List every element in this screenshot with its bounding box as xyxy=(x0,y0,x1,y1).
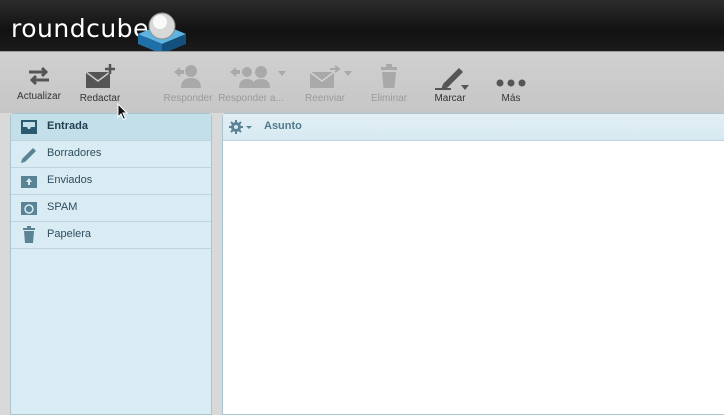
inbox-icon xyxy=(21,120,37,134)
reply-all-icon xyxy=(230,66,270,88)
sent-icon xyxy=(21,176,37,188)
refresh-icon xyxy=(29,66,49,86)
refresh-button[interactable]: Actualizar xyxy=(7,64,71,108)
compose-icon xyxy=(85,64,115,88)
forward-label: Reenviar xyxy=(304,93,346,104)
folder-item-inbox[interactable]: Entrada xyxy=(11,114,211,141)
folder-label: SPAM xyxy=(47,201,78,213)
folder-label: Enviados xyxy=(47,174,93,186)
trash-icon xyxy=(23,226,35,243)
folder-label: Entrada xyxy=(47,120,88,132)
folder-label: Borradores xyxy=(47,147,102,159)
pencil-icon xyxy=(21,148,36,163)
folder-item-drafts[interactable]: Borradores xyxy=(11,141,211,168)
folder-item-trash[interactable]: Papelera xyxy=(11,222,211,249)
mouse-cursor-icon xyxy=(117,103,129,121)
reply-all-button[interactable]: Responder a... xyxy=(216,64,286,108)
folder-item-spam[interactable]: SPAM xyxy=(11,195,211,222)
delete-button[interactable]: Eliminar xyxy=(357,64,421,108)
gear-icon xyxy=(229,120,252,134)
mark-dropdown-icon[interactable] xyxy=(461,85,469,90)
list-options-button[interactable] xyxy=(223,114,257,140)
reply-icon xyxy=(174,65,201,88)
mark-label: Marcar xyxy=(434,93,466,104)
folder-item-sent[interactable]: Enviados xyxy=(11,168,211,195)
refresh-label: Actualizar xyxy=(17,91,61,102)
folder-label: Papelera xyxy=(47,228,92,240)
message-list: Asunto xyxy=(222,113,724,415)
logo-text: roundcube xyxy=(11,14,149,43)
more-dots-icon xyxy=(496,79,526,87)
column-header-subject[interactable]: Asunto xyxy=(264,120,302,132)
folder-list: Entrada Borradores Enviados SPAM Papeler… xyxy=(10,113,212,415)
trash-icon xyxy=(381,64,397,88)
forward-icon xyxy=(309,65,341,88)
message-list-header: Asunto xyxy=(223,114,724,141)
mark-button[interactable]: Marcar xyxy=(418,64,482,108)
app-header: roundcube xyxy=(0,0,724,54)
more-button[interactable]: Más xyxy=(479,64,543,108)
roundcube-logo-icon xyxy=(138,12,186,54)
toolbar: Actualizar Redactar Responder Responder … xyxy=(0,51,724,113)
delete-label: Eliminar xyxy=(370,93,408,104)
reply-all-dropdown-icon[interactable] xyxy=(278,71,286,76)
reply-label: Responder xyxy=(163,93,213,104)
forward-dropdown-icon[interactable] xyxy=(344,71,352,76)
more-label: Más xyxy=(501,93,521,104)
recycle-icon xyxy=(21,202,37,215)
compose-button[interactable]: Redactar xyxy=(68,64,132,108)
reply-all-label: Responder a... xyxy=(218,93,284,104)
reply-button[interactable]: Responder xyxy=(156,64,220,108)
